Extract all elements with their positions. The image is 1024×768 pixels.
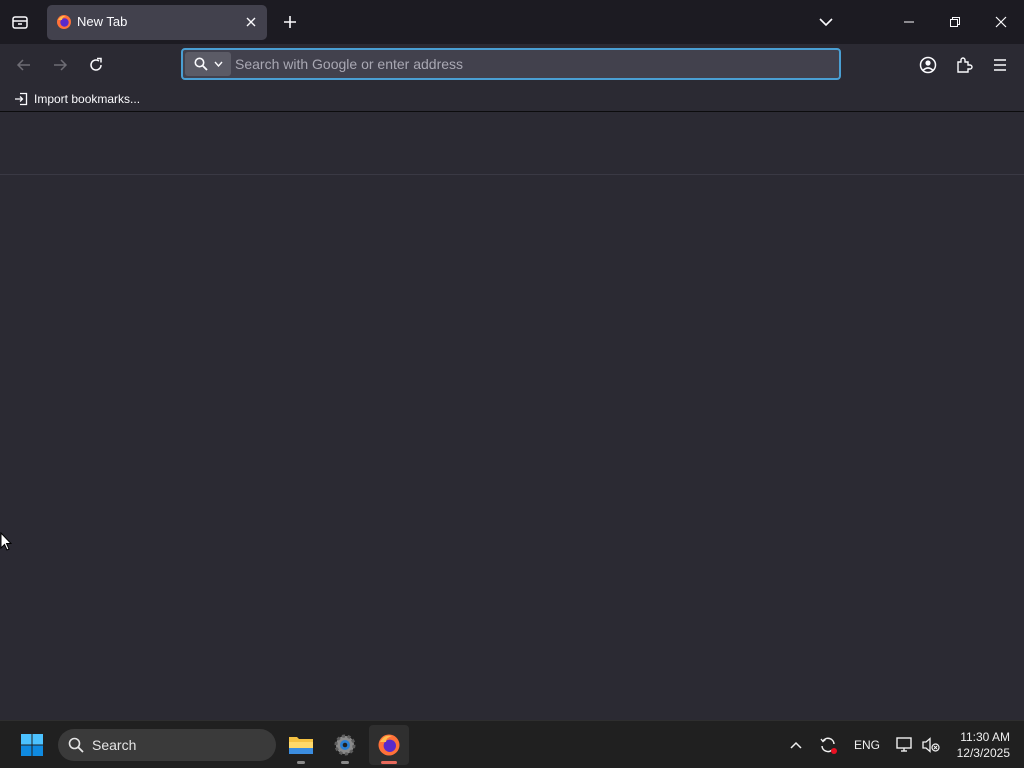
account-button[interactable] bbox=[913, 50, 943, 80]
chevron-down-icon bbox=[819, 18, 833, 27]
search-icon bbox=[194, 57, 208, 71]
volume-button[interactable] bbox=[920, 733, 942, 757]
mouse-cursor-icon bbox=[0, 532, 12, 551]
restore-button[interactable] bbox=[932, 0, 978, 44]
search-engine-selector[interactable] bbox=[185, 52, 231, 76]
show-hidden-icons-button[interactable] bbox=[786, 733, 806, 757]
list-all-tabs-button[interactable] bbox=[812, 8, 840, 36]
tab-title: New Tab bbox=[77, 14, 128, 29]
puzzle-icon bbox=[957, 57, 973, 73]
close-icon bbox=[246, 17, 256, 27]
settings-gear-icon bbox=[334, 734, 356, 756]
reload-icon bbox=[90, 57, 102, 71]
taskbar-settings[interactable] bbox=[325, 725, 365, 765]
bookmarks-toolbar: Import bookmarks... bbox=[0, 86, 1024, 112]
close-icon bbox=[995, 16, 1007, 28]
extensions-button[interactable] bbox=[949, 50, 979, 80]
firefox-icon bbox=[57, 15, 71, 29]
windows-logo-icon bbox=[21, 734, 43, 756]
taskbar-search-label: Search bbox=[92, 737, 137, 753]
taskbar-file-explorer[interactable] bbox=[281, 725, 321, 765]
import-bookmarks-button[interactable]: Import bookmarks... bbox=[10, 89, 144, 109]
chevron-down-icon bbox=[213, 61, 223, 67]
network-button[interactable] bbox=[893, 733, 917, 757]
back-arrow-icon bbox=[16, 59, 30, 71]
reload-button[interactable] bbox=[81, 50, 111, 80]
minimize-button[interactable] bbox=[886, 0, 932, 44]
divider bbox=[0, 174, 1024, 175]
tab-list-button[interactable] bbox=[6, 8, 34, 36]
tab-new-tab[interactable]: New Tab bbox=[47, 5, 267, 40]
sync-icon bbox=[820, 737, 837, 754]
language-indicator[interactable]: ENG bbox=[851, 733, 883, 757]
minimize-icon bbox=[904, 21, 914, 23]
firefox-icon bbox=[378, 734, 400, 756]
active-indicator bbox=[381, 761, 397, 764]
folder-icon bbox=[289, 737, 313, 754]
plus-icon bbox=[284, 16, 296, 28]
forward-button[interactable] bbox=[45, 50, 75, 80]
tab-bar: New Tab bbox=[0, 0, 1024, 44]
chevron-up-icon bbox=[790, 741, 802, 749]
start-button[interactable] bbox=[14, 729, 50, 761]
url-input[interactable] bbox=[235, 50, 825, 78]
running-indicator bbox=[341, 761, 349, 764]
restore-icon bbox=[950, 17, 960, 27]
hamburger-menu-icon bbox=[994, 59, 1006, 71]
clock[interactable]: 11:30 AM 12/3/2025 bbox=[944, 729, 1010, 761]
tab-manager-icon bbox=[12, 16, 28, 29]
import-bookmarks-label: Import bookmarks... bbox=[34, 92, 141, 106]
import-icon bbox=[15, 92, 28, 106]
speaker-muted-icon bbox=[922, 737, 940, 753]
account-icon bbox=[919, 56, 937, 74]
tab-close-button[interactable] bbox=[243, 14, 259, 30]
address-bar[interactable] bbox=[181, 48, 841, 80]
clock-time: 11:30 AM bbox=[960, 730, 1010, 744]
navigation-toolbar bbox=[0, 44, 1024, 86]
taskbar-search[interactable]: Search bbox=[58, 729, 276, 761]
taskbar-firefox[interactable] bbox=[369, 725, 409, 765]
taskbar: Search ENG 11:30 AM 12/3/2025 bbox=[0, 720, 1024, 768]
clock-date: 12/3/2025 bbox=[956, 746, 1010, 760]
page-content[interactable] bbox=[0, 113, 1024, 720]
search-icon bbox=[68, 737, 84, 753]
sync-status-button[interactable] bbox=[816, 733, 840, 757]
forward-arrow-icon bbox=[54, 59, 68, 71]
close-window-button[interactable] bbox=[978, 0, 1024, 44]
app-menu-button[interactable] bbox=[985, 50, 1015, 80]
network-icon bbox=[896, 737, 912, 752]
running-indicator bbox=[297, 761, 305, 764]
back-button[interactable] bbox=[9, 50, 39, 80]
new-tab-button[interactable] bbox=[276, 8, 304, 36]
